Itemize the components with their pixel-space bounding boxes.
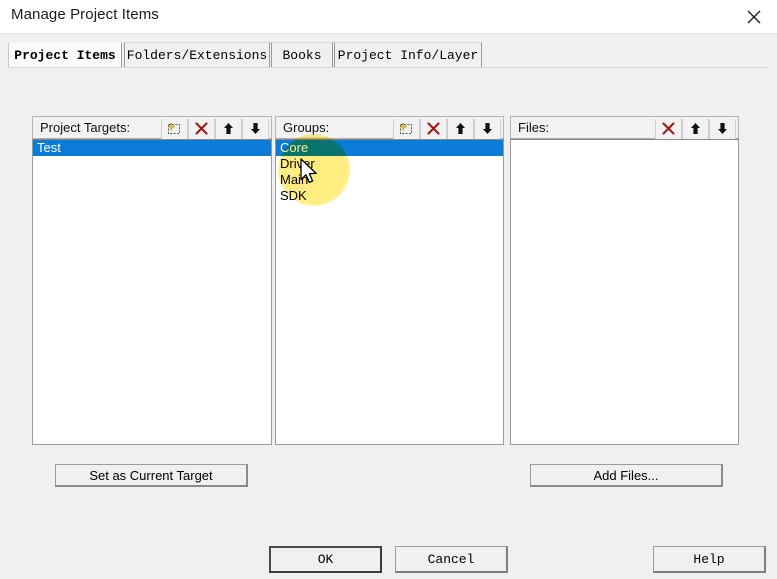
list-item[interactable]: Main: [276, 172, 503, 188]
tab-label: Project Items: [14, 48, 116, 63]
manage-project-items-dialog: Manage Project Items Project Items Folde…: [0, 0, 777, 579]
project-targets-label: Project Targets:: [40, 120, 131, 135]
project-targets-toolbar: [161, 118, 269, 139]
delete-file-button[interactable]: [655, 118, 682, 139]
delete-icon: [661, 121, 676, 136]
button-label: Add Files...: [593, 467, 659, 483]
set-as-current-target-button[interactable]: Set as Current Target: [55, 464, 248, 487]
list-item-label: Main: [280, 172, 309, 187]
list-item-label: Driver: [280, 156, 315, 171]
move-down-icon: [480, 121, 495, 136]
tab-label: Folders/Extensions: [126, 47, 268, 63]
list-item[interactable]: SDK: [276, 188, 503, 204]
list-item-label: Test: [37, 140, 61, 155]
tab-strip: Project Items Folders/Extensions Books P…: [8, 42, 769, 68]
move-down-icon: [715, 121, 730, 136]
list-item-label: Core: [280, 140, 309, 155]
tab-project-items[interactable]: Project Items: [8, 42, 122, 68]
project-targets-header: Project Targets:: [32, 116, 272, 139]
button-label: Help: [693, 551, 725, 567]
files-header: Files:: [510, 116, 739, 139]
delete-icon: [194, 121, 209, 136]
delete-target-button[interactable]: [188, 118, 215, 139]
move-up-icon: [688, 121, 703, 136]
move-group-up-button[interactable]: [447, 118, 474, 139]
move-target-down-button[interactable]: [242, 118, 269, 139]
tab-books[interactable]: Books: [271, 42, 333, 67]
move-file-down-button[interactable]: [709, 118, 736, 139]
groups-label: Groups:: [283, 120, 330, 135]
button-label: OK: [317, 552, 334, 567]
move-down-icon: [248, 121, 263, 136]
tab-underline: [8, 67, 769, 68]
new-target-button[interactable]: [161, 118, 188, 139]
cancel-button[interactable]: Cancel: [395, 546, 508, 573]
list-item-label: SDK: [280, 188, 307, 203]
files-label: Files:: [518, 120, 550, 135]
list-item[interactable]: Test: [33, 140, 271, 156]
move-file-up-button[interactable]: [682, 118, 709, 139]
files-list[interactable]: [510, 139, 739, 445]
list-item[interactable]: Core: [276, 140, 503, 156]
files-toolbar: [655, 118, 736, 139]
tab-project-info-layer[interactable]: Project Info/Layer: [334, 42, 482, 67]
groups-panel: Groups: Core Driver Main SDK: [275, 116, 504, 445]
list-item[interactable]: Driver: [276, 156, 503, 172]
close-icon: [746, 9, 762, 25]
new-group-button[interactable]: [393, 118, 420, 139]
tab-label: Project Info/Layer: [337, 47, 479, 63]
ok-button[interactable]: OK: [269, 546, 382, 573]
title-bar: Manage Project Items: [0, 0, 777, 33]
delete-group-button[interactable]: [420, 118, 447, 139]
help-button[interactable]: Help: [653, 546, 766, 573]
add-files-button[interactable]: Add Files...: [530, 464, 723, 487]
new-item-icon: [167, 121, 182, 136]
groups-header: Groups:: [275, 116, 504, 139]
button-label: Cancel: [427, 551, 475, 567]
project-targets-list[interactable]: Test: [32, 139, 272, 445]
dialog-client-area: Project Items Folders/Extensions Books P…: [0, 33, 777, 579]
move-group-down-button[interactable]: [474, 118, 501, 139]
move-up-icon: [453, 121, 468, 136]
close-button[interactable]: [731, 0, 777, 33]
tab-label: Books: [282, 47, 322, 63]
files-panel: Files:: [510, 116, 739, 445]
button-label: Set as Current Target: [89, 467, 213, 483]
window-title: Manage Project Items: [11, 6, 159, 23]
move-target-up-button[interactable]: [215, 118, 242, 139]
move-up-icon: [221, 121, 236, 136]
groups-list[interactable]: Core Driver Main SDK: [275, 139, 504, 445]
delete-icon: [426, 121, 441, 136]
project-targets-panel: Project Targets: Test: [32, 116, 272, 445]
new-item-icon: [399, 121, 414, 136]
tab-folders-extensions[interactable]: Folders/Extensions: [124, 42, 270, 67]
groups-toolbar: [393, 118, 501, 139]
